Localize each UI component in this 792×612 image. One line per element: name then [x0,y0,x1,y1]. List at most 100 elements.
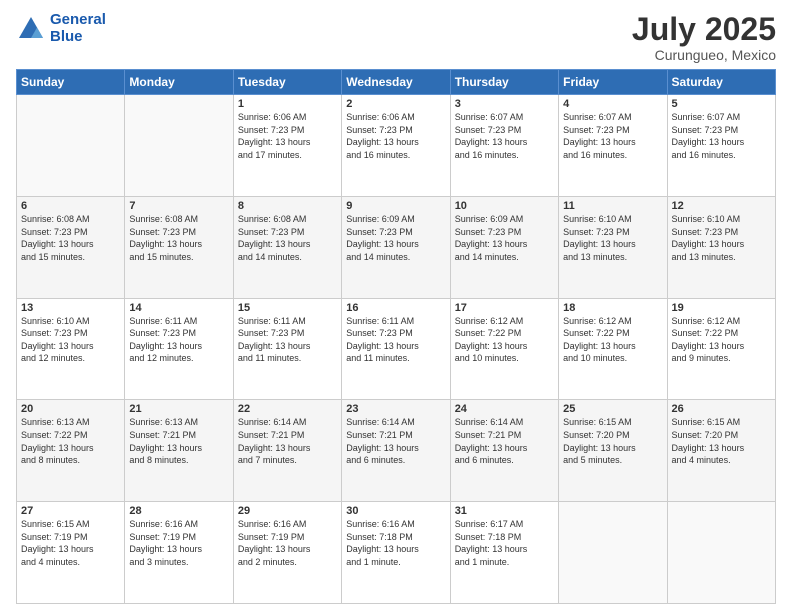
col-tuesday: Tuesday [233,70,341,95]
day-info: Sunrise: 6:08 AM Sunset: 7:23 PM Dayligh… [238,213,337,263]
calendar-cell: 12Sunrise: 6:10 AM Sunset: 7:23 PM Dayli… [667,196,775,298]
day-number: 12 [672,200,771,212]
calendar-cell: 28Sunrise: 6:16 AM Sunset: 7:19 PM Dayli… [125,502,233,604]
day-info: Sunrise: 6:12 AM Sunset: 7:22 PM Dayligh… [563,315,662,365]
day-number: 13 [21,302,120,314]
day-number: 27 [21,505,120,517]
calendar-cell [559,502,667,604]
day-info: Sunrise: 6:16 AM Sunset: 7:18 PM Dayligh… [346,518,445,568]
day-number: 4 [563,98,662,110]
calendar-cell: 20Sunrise: 6:13 AM Sunset: 7:22 PM Dayli… [17,400,125,502]
day-number: 10 [455,200,554,212]
day-number: 18 [563,302,662,314]
calendar-cell: 23Sunrise: 6:14 AM Sunset: 7:21 PM Dayli… [342,400,450,502]
calendar-cell: 5Sunrise: 6:07 AM Sunset: 7:23 PM Daylig… [667,95,775,197]
calendar-cell: 1Sunrise: 6:06 AM Sunset: 7:23 PM Daylig… [233,95,341,197]
day-info: Sunrise: 6:08 AM Sunset: 7:23 PM Dayligh… [129,213,228,263]
calendar-cell: 24Sunrise: 6:14 AM Sunset: 7:21 PM Dayli… [450,400,558,502]
calendar-cell: 22Sunrise: 6:14 AM Sunset: 7:21 PM Dayli… [233,400,341,502]
calendar-cell: 7Sunrise: 6:08 AM Sunset: 7:23 PM Daylig… [125,196,233,298]
day-number: 7 [129,200,228,212]
day-info: Sunrise: 6:10 AM Sunset: 7:23 PM Dayligh… [563,213,662,263]
calendar-cell: 6Sunrise: 6:08 AM Sunset: 7:23 PM Daylig… [17,196,125,298]
day-number: 28 [129,505,228,517]
day-number: 25 [563,403,662,415]
day-number: 29 [238,505,337,517]
day-info: Sunrise: 6:14 AM Sunset: 7:21 PM Dayligh… [346,416,445,466]
day-number: 8 [238,200,337,212]
logo-icon [16,14,46,44]
day-number: 5 [672,98,771,110]
calendar-cell: 27Sunrise: 6:15 AM Sunset: 7:19 PM Dayli… [17,502,125,604]
day-info: Sunrise: 6:17 AM Sunset: 7:18 PM Dayligh… [455,518,554,568]
day-info: Sunrise: 6:14 AM Sunset: 7:21 PM Dayligh… [455,416,554,466]
day-number: 20 [21,403,120,415]
day-info: Sunrise: 6:11 AM Sunset: 7:23 PM Dayligh… [129,315,228,365]
calendar-cell: 8Sunrise: 6:08 AM Sunset: 7:23 PM Daylig… [233,196,341,298]
col-wednesday: Wednesday [342,70,450,95]
calendar-cell: 26Sunrise: 6:15 AM Sunset: 7:20 PM Dayli… [667,400,775,502]
calendar-cell: 10Sunrise: 6:09 AM Sunset: 7:23 PM Dayli… [450,196,558,298]
month-year: July 2025 [632,12,776,47]
day-info: Sunrise: 6:13 AM Sunset: 7:22 PM Dayligh… [21,416,120,466]
day-number: 19 [672,302,771,314]
day-info: Sunrise: 6:10 AM Sunset: 7:23 PM Dayligh… [21,315,120,365]
day-info: Sunrise: 6:16 AM Sunset: 7:19 PM Dayligh… [238,518,337,568]
calendar-cell: 15Sunrise: 6:11 AM Sunset: 7:23 PM Dayli… [233,298,341,400]
day-info: Sunrise: 6:16 AM Sunset: 7:19 PM Dayligh… [129,518,228,568]
col-monday: Monday [125,70,233,95]
col-friday: Friday [559,70,667,95]
day-info: Sunrise: 6:15 AM Sunset: 7:19 PM Dayligh… [21,518,120,568]
col-thursday: Thursday [450,70,558,95]
day-number: 6 [21,200,120,212]
day-info: Sunrise: 6:14 AM Sunset: 7:21 PM Dayligh… [238,416,337,466]
day-number: 11 [563,200,662,212]
logo: General Blue [16,12,106,45]
day-info: Sunrise: 6:15 AM Sunset: 7:20 PM Dayligh… [672,416,771,466]
day-number: 30 [346,505,445,517]
day-info: Sunrise: 6:13 AM Sunset: 7:21 PM Dayligh… [129,416,228,466]
calendar-cell: 18Sunrise: 6:12 AM Sunset: 7:22 PM Dayli… [559,298,667,400]
col-saturday: Saturday [667,70,775,95]
calendar-cell [667,502,775,604]
calendar-week-1: 1 Sunrise: 6:06 AM Sunset: 7:23 PM Daylig… [17,95,776,197]
calendar-cell: 31Sunrise: 6:17 AM Sunset: 7:18 PM Dayli… [450,502,558,604]
day-info: Sunrise: 6:11 AM Sunset: 7:23 PM Dayligh… [238,315,337,365]
calendar-cell: 21Sunrise: 6:13 AM Sunset: 7:21 PM Dayli… [125,400,233,502]
calendar-cell: 25Sunrise: 6:15 AM Sunset: 7:20 PM Dayli… [559,400,667,502]
calendar-table: Sunday Monday Tuesday Wednesday Thursday… [16,69,776,604]
day-number: 22 [238,403,337,415]
day-info: Sunrise: 6:15 AM Sunset: 7:20 PM Dayligh… [563,416,662,466]
title-block: July 2025 Curungueo, Mexico [632,12,776,63]
day-info: Sunrise: 6:07 AM Sunset: 7:23 PM Dayligh… [563,111,662,161]
day-number: 2 [346,98,445,110]
location: Curungueo, Mexico [632,47,776,63]
day-info: Sunrise: 6:11 AM Sunset: 7:23 PM Dayligh… [346,315,445,365]
calendar-cell: 11Sunrise: 6:10 AM Sunset: 7:23 PM Dayli… [559,196,667,298]
day-number: 9 [346,200,445,212]
calendar-cell: 2Sunrise: 6:06 AM Sunset: 7:23 PM Daylig… [342,95,450,197]
day-info: Sunrise: 6:12 AM Sunset: 7:22 PM Dayligh… [455,315,554,365]
header: General Blue July 2025 Curungueo, Mexico [16,12,776,63]
day-number: 3 [455,98,554,110]
calendar-cell: 16Sunrise: 6:11 AM Sunset: 7:23 PM Dayli… [342,298,450,400]
calendar-cell [125,95,233,197]
day-number: 16 [346,302,445,314]
day-info: Sunrise: 6:06 AM Sunset: 7:23 PM Dayligh… [346,111,445,161]
calendar-week-2: 6 Sunrise: 6:08 AM Sunset: 7:23 PM Daylig… [17,196,776,298]
calendar-cell: 29Sunrise: 6:16 AM Sunset: 7:19 PM Dayli… [233,502,341,604]
calendar-header-row: Sunday Monday Tuesday Wednesday Thursday… [17,70,776,95]
calendar-cell: 9Sunrise: 6:09 AM Sunset: 7:23 PM Daylig… [342,196,450,298]
day-number: 23 [346,403,445,415]
calendar-cell: 3Sunrise: 6:07 AM Sunset: 7:23 PM Daylig… [450,95,558,197]
day-info: Sunrise: 6:09 AM Sunset: 7:23 PM Dayligh… [346,213,445,263]
calendar-cell: 14Sunrise: 6:11 AM Sunset: 7:23 PM Dayli… [125,298,233,400]
day-info: Sunrise: 6:07 AM Sunset: 7:23 PM Dayligh… [672,111,771,161]
day-number: 26 [672,403,771,415]
day-number: 31 [455,505,554,517]
calendar-cell: 13Sunrise: 6:10 AM Sunset: 7:23 PM Dayli… [17,298,125,400]
calendar-week-4: 20Sunrise: 6:13 AM Sunset: 7:22 PM Dayli… [17,400,776,502]
day-number: 1 [238,98,337,110]
calendar-cell: 4Sunrise: 6:07 AM Sunset: 7:23 PM Daylig… [559,95,667,197]
day-info: Sunrise: 6:12 AM Sunset: 7:22 PM Dayligh… [672,315,771,365]
